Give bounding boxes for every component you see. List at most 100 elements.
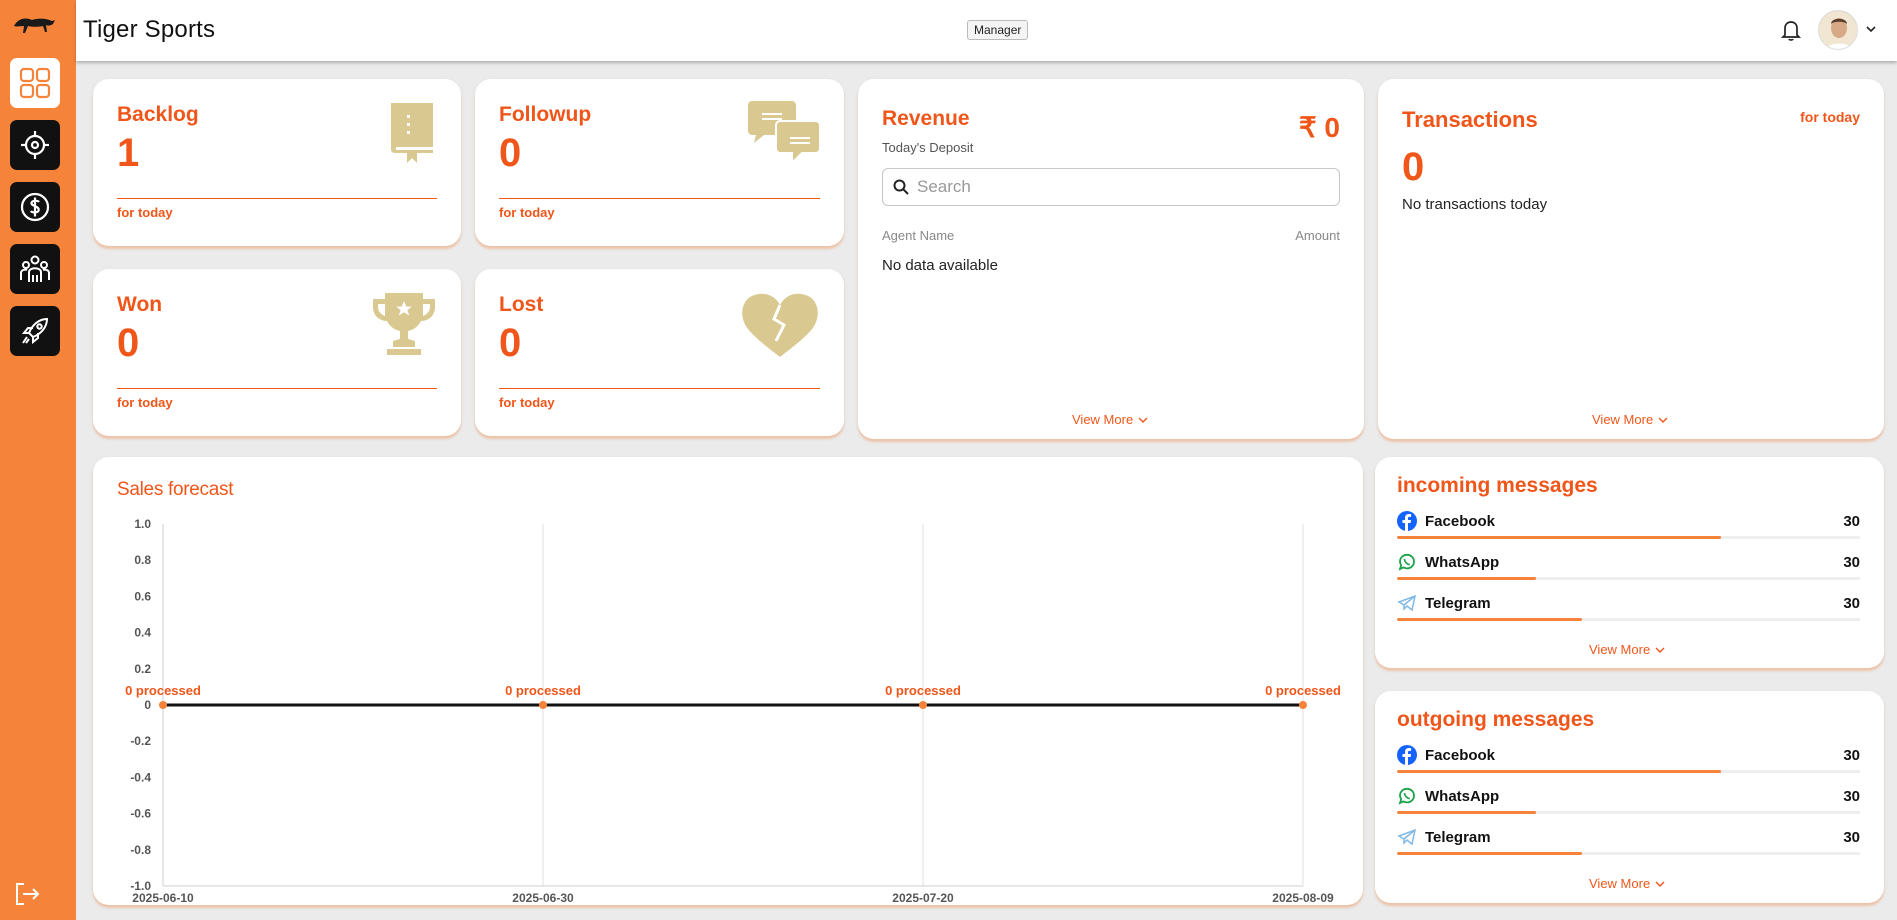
divider — [117, 388, 437, 389]
view-more-label: View More — [1592, 412, 1654, 427]
outgoing-view-more-button[interactable]: View More — [1589, 876, 1665, 891]
user-avatar[interactable] — [1818, 10, 1858, 50]
tiger-logo-icon[interactable] — [12, 12, 56, 36]
search-input[interactable] — [917, 177, 1317, 197]
outgoing-messages-title: outgoing messages — [1397, 708, 1595, 731]
progress-fill — [1397, 536, 1722, 539]
won-card[interactable]: Won 0 for today — [93, 269, 461, 436]
notification-bell-icon[interactable] — [1779, 18, 1803, 42]
telegram-icon — [1397, 594, 1417, 612]
lost-card[interactable]: Lost 0 for today — [475, 269, 844, 436]
divider — [499, 388, 820, 389]
outgoing-row-whatsapp[interactable]: WhatsApp 30 — [1397, 786, 1860, 827]
lost-value: 0 — [499, 321, 522, 365]
logout-icon[interactable] — [14, 882, 40, 906]
sidebar-item-revenue[interactable] — [10, 182, 60, 232]
chevron-down-icon — [1658, 417, 1668, 423]
sidebar-item-launch[interactable] — [10, 306, 60, 356]
outgoing-row-telegram[interactable]: Telegram 30 — [1397, 827, 1860, 868]
y-tick-label: -0.6 — [130, 807, 151, 821]
progress-track — [1397, 770, 1860, 773]
broken-heart-icon — [742, 293, 818, 357]
incoming-row-telegram[interactable]: Telegram 30 — [1397, 593, 1860, 634]
revenue-view-more-button[interactable]: View More — [1072, 412, 1148, 427]
followup-title: Followup — [499, 103, 592, 126]
column-header-amount: Amount — [1295, 228, 1340, 243]
y-tick-label: 0.4 — [134, 626, 151, 640]
backlog-value: 1 — [117, 131, 140, 175]
grid-icon — [19, 67, 51, 99]
divider — [117, 198, 437, 199]
transactions-period: for today — [1800, 109, 1860, 125]
y-tick-label: -0.2 — [130, 734, 151, 748]
dollar-icon — [20, 192, 50, 222]
data-point — [159, 701, 167, 709]
channel-count: 30 — [1843, 595, 1860, 612]
revenue-subtitle: Today's Deposit — [882, 140, 974, 155]
trophy-icon — [373, 293, 435, 355]
x-tick-label: 2025-06-10 — [132, 891, 194, 905]
transactions-view-more-button[interactable]: View More — [1592, 412, 1668, 427]
followup-period: for today — [499, 205, 555, 220]
backlog-card[interactable]: Backlog 1 for today — [93, 79, 461, 246]
data-label: 0 processed — [1265, 683, 1341, 698]
facebook-icon — [1397, 511, 1417, 531]
divider — [499, 198, 820, 199]
sales-forecast-chart[interactable]: 1.00.80.60.40.20-0.2-0.4-0.6-0.8-1.02025… — [93, 457, 1363, 905]
chevron-down-icon[interactable] — [1865, 24, 1877, 34]
transactions-card: Transactions for today 0 No transactions… — [1378, 79, 1884, 439]
won-title: Won — [117, 293, 163, 316]
outgoing-messages-card: outgoing messages Facebook 30 WhatsApp 3… — [1375, 691, 1884, 903]
x-tick-label: 2025-06-30 — [512, 891, 574, 905]
role-badge[interactable]: Manager — [967, 20, 1029, 40]
incoming-view-more-button[interactable]: View More — [1589, 642, 1665, 657]
data-point — [539, 701, 547, 709]
channel-label: WhatsApp — [1425, 554, 1500, 571]
whatsapp-icon — [1398, 787, 1415, 805]
backlog-period: for today — [117, 205, 173, 220]
y-tick-label: 0.8 — [134, 553, 151, 567]
sidebar-item-targets[interactable] — [10, 120, 60, 170]
view-more-label: View More — [1589, 876, 1651, 891]
incoming-row-whatsapp[interactable]: WhatsApp 30 — [1397, 552, 1860, 593]
sidebar-item-team[interactable] — [10, 244, 60, 294]
search-field[interactable] — [882, 168, 1340, 206]
revenue-title: Revenue — [882, 107, 970, 130]
y-tick-label: 0.6 — [134, 589, 151, 603]
data-label: 0 processed — [125, 683, 201, 698]
progress-track — [1397, 811, 1860, 814]
empty-state: No transactions today — [1402, 196, 1548, 213]
empty-state: No data available — [882, 257, 998, 274]
data-label: 0 processed — [885, 683, 961, 698]
progress-fill — [1397, 618, 1583, 621]
backlog-title: Backlog — [117, 103, 199, 126]
data-point — [919, 701, 927, 709]
progress-fill — [1397, 770, 1722, 773]
channel-count: 30 — [1843, 747, 1860, 764]
top-bar: Tiger Sports Manager — [76, 0, 1897, 61]
chevron-down-icon — [1655, 881, 1665, 887]
crosshair-icon — [21, 131, 49, 159]
app-title: Tiger Sports — [83, 16, 216, 43]
rocket-icon — [21, 317, 49, 345]
x-tick-label: 2025-08-09 — [1272, 891, 1334, 905]
y-tick-label: -0.4 — [130, 770, 151, 784]
revenue-card: Revenue ₹ 0 Today's Deposit Agent Name A… — [858, 79, 1364, 439]
chevron-down-icon — [1655, 647, 1665, 653]
lost-title: Lost — [499, 293, 544, 316]
followup-card[interactable]: Followup 0 for today — [475, 79, 844, 246]
channel-count: 30 — [1843, 788, 1860, 805]
transactions-title: Transactions — [1402, 107, 1538, 132]
incoming-row-facebook[interactable]: Facebook 30 — [1397, 511, 1860, 552]
user-avatar-image — [1819, 11, 1857, 49]
outgoing-row-facebook[interactable]: Facebook 30 — [1397, 745, 1860, 786]
channel-label: Facebook — [1425, 747, 1496, 764]
progress-fill — [1397, 811, 1536, 814]
progress-track — [1397, 536, 1860, 539]
chevron-down-icon — [1138, 417, 1148, 423]
channel-count: 30 — [1843, 829, 1860, 846]
y-tick-label: 0 — [144, 698, 151, 712]
search-icon — [893, 179, 909, 195]
followup-value: 0 — [499, 131, 522, 175]
sidebar-item-dashboard[interactable] — [10, 58, 60, 108]
